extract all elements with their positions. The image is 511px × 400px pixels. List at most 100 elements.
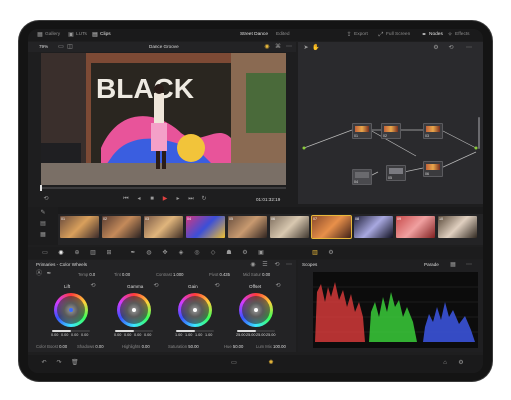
skip-end-icon[interactable]: ⏭ <box>188 196 194 202</box>
viewer-image[interactable]: BLACK <box>41 53 286 185</box>
tab-nodes[interactable]: Nodes <box>429 32 443 37</box>
wheel-reset-icon[interactable]: ⟲ <box>275 283 281 289</box>
wheel-value[interactable]: 0.00 <box>61 333 68 337</box>
timeline-clip[interactable]: 04 <box>186 216 225 238</box>
timeline-clip[interactable]: 06 <box>270 216 309 238</box>
export-button[interactable]: Export <box>354 32 368 37</box>
viewer-scrubber[interactable] <box>41 187 286 189</box>
sizing-icon[interactable]: ◇ <box>210 250 216 256</box>
wheel-value[interactable]: 1.00 <box>175 333 182 337</box>
skip-start-icon[interactable]: ⏮ <box>123 196 129 202</box>
scopes-toggle-icon[interactable]: ▥ <box>312 250 318 256</box>
home-icon[interactable]: ⌂ <box>442 360 448 366</box>
wheel-master-slider[interactable] <box>115 330 153 332</box>
temp-field[interactable]: Temp 0.0 <box>78 272 95 277</box>
reset-wheels-icon[interactable]: ⟲ <box>274 262 280 268</box>
gallery-icon[interactable]: ▦ <box>37 32 43 38</box>
panel-more-icon[interactable]: ⋯ <box>286 262 292 268</box>
lut-icon[interactable]: ⊞ <box>106 250 112 256</box>
loop-icon[interactable]: ⟲ <box>43 196 49 202</box>
adjust-field[interactable]: Shadows 0.00 <box>77 344 104 349</box>
playhead-handle[interactable] <box>40 185 42 191</box>
midsat-field[interactable]: Mid Satur 0.00 <box>243 272 270 277</box>
wheel-value[interactable]: 0.00 <box>124 333 131 337</box>
trash-icon[interactable]: 🗑 <box>71 360 79 366</box>
key-icon[interactable]: ◎ <box>194 250 200 256</box>
timeline-clip[interactable]: 09 <box>396 216 435 238</box>
timeline-clip[interactable]: 10 <box>438 216 477 238</box>
timeline-clip[interactable]: 08 <box>354 216 393 238</box>
edit-page-icon[interactable]: ▭ <box>231 360 237 366</box>
timeline-clip[interactable]: 02 <box>102 216 141 238</box>
color-wheel[interactable] <box>239 293 273 327</box>
timeline-clip[interactable]: 07 <box>311 215 352 239</box>
play-icon[interactable]: ▶ <box>162 196 168 202</box>
wheel-puck[interactable] <box>69 308 73 312</box>
node-05[interactable]: 05 <box>386 165 406 181</box>
wheel-master-slider[interactable] <box>237 330 275 332</box>
tab-clips[interactable]: Clips <box>100 32 111 37</box>
scope-settings-icon[interactable]: ⚙ <box>328 250 334 256</box>
brush-icon[interactable]: ✎ <box>40 210 46 216</box>
effects-icon[interactable]: ✧ <box>447 32 453 38</box>
zoom-level[interactable]: 79% <box>39 44 48 49</box>
video-icon[interactable]: ▭ <box>42 250 48 256</box>
step-back-icon[interactable]: ◂ <box>136 196 142 202</box>
node-scrollbar[interactable] <box>478 117 480 149</box>
timeline-strip[interactable]: 01 02 03 04 05 06 07 08 09 10 <box>58 207 483 245</box>
bars-mode-icon[interactable]: ☰ <box>262 262 268 268</box>
wheel-value[interactable]: 0.00 <box>114 333 121 337</box>
contrast-field[interactable]: Contrast 1.000 <box>156 272 183 277</box>
wipe-icon[interactable]: ▭ <box>58 44 64 50</box>
wheel-master-slider[interactable] <box>176 330 214 332</box>
luts-icon[interactable]: ▣ <box>68 32 74 38</box>
timeline-clip[interactable]: 05 <box>228 216 267 238</box>
node-04[interactable]: 04 <box>352 169 372 185</box>
timeline-clip[interactable]: 01 <box>60 216 99 238</box>
blur-icon[interactable]: ◈ <box>178 250 184 256</box>
tracker-icon[interactable]: ✥ <box>162 250 168 256</box>
stop-icon[interactable]: ■ <box>149 196 155 202</box>
node-03[interactable]: 03 <box>423 123 443 139</box>
node-01[interactable]: 01 <box>352 123 372 139</box>
tab-gallery[interactable]: Gallery <box>45 32 60 37</box>
settings-icon[interactable]: ⚙ <box>458 360 464 366</box>
wheel-value[interactable]: 0.00 <box>144 333 151 337</box>
wheel-value[interactable]: 25.00 <box>236 333 246 337</box>
picker-icon[interactable]: ✒ <box>46 271 52 277</box>
magic-mask-icon[interactable]: ☗ <box>226 250 232 256</box>
eyedropper-icon[interactable]: ✒ <box>130 250 136 256</box>
wheel-reset-icon[interactable]: ⟲ <box>90 283 96 289</box>
tab-luts[interactable]: LUTs <box>76 32 87 37</box>
stills-icon[interactable]: ▣ <box>258 250 264 256</box>
fullscreen-icon[interactable]: ⤢ <box>378 32 384 38</box>
color-wheel[interactable] <box>117 293 151 327</box>
pivot-field[interactable]: Pivot 0.435 <box>209 272 230 277</box>
tint-field[interactable]: Tint 0.00 <box>114 272 130 277</box>
redo-icon[interactable]: ↷ <box>56 360 62 366</box>
color-wheel[interactable] <box>178 293 212 327</box>
wheels-icon[interactable]: ◉ <box>58 250 64 256</box>
node-editor[interactable]: ➤ ✋ ⚙ ⟲ ⋯ 01 02 03 04 05 06 <box>298 42 483 204</box>
auto-balance-icon[interactable]: Ⓐ <box>36 271 42 277</box>
adjust-field[interactable]: Hue 50.00 <box>224 344 243 349</box>
nodes-icon[interactable]: ⚭ <box>421 32 427 38</box>
clips-icon[interactable]: ▤ <box>92 32 98 38</box>
tab-effects[interactable]: Effects <box>455 32 470 37</box>
wheel-puck[interactable] <box>193 308 197 312</box>
scope-layout-icon[interactable]: ▦ <box>450 262 456 268</box>
fx-icon[interactable]: ⌘ <box>275 44 281 50</box>
export-icon[interactable]: ⇪ <box>346 32 352 38</box>
wheel-value[interactable]: 0.00 <box>81 333 88 337</box>
wheel-value[interactable]: 0.00 <box>71 333 78 337</box>
timeline-clip[interactable]: 03 <box>144 216 183 238</box>
adjust-field[interactable]: Highlights 0.00 <box>122 344 150 349</box>
node-06[interactable]: 06 <box>423 161 443 177</box>
wheel-value[interactable]: 0.00 <box>51 333 58 337</box>
grid-icon[interactable]: ▦ <box>40 232 46 238</box>
wheel-reset-icon[interactable]: ⟲ <box>214 283 220 289</box>
color-page-icon[interactable]: ✺ <box>268 360 274 366</box>
wheel-master-slider[interactable] <box>52 330 90 332</box>
wheel-value[interactable]: 1.00 <box>195 333 202 337</box>
wheel-value[interactable]: 25.00 <box>256 333 266 337</box>
